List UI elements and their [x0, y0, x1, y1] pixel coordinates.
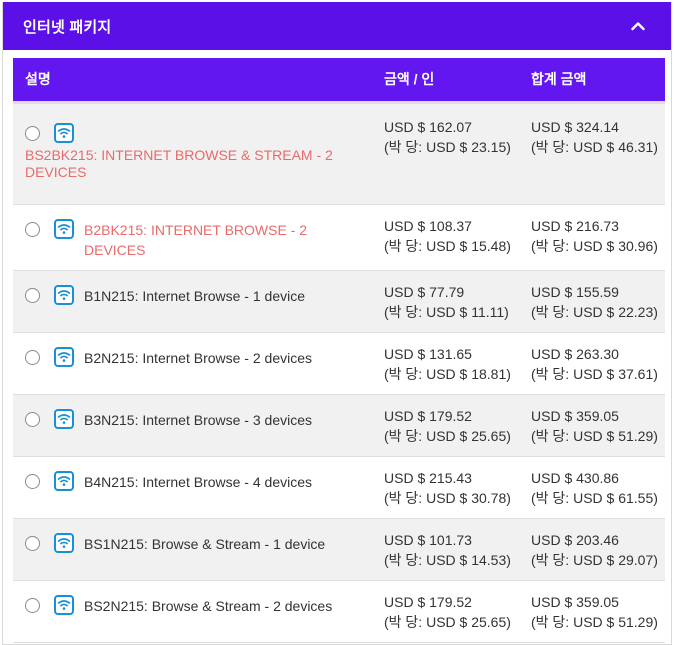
panel-header[interactable]: 인터넷 패키지 — [3, 2, 671, 50]
collapse-button[interactable] — [627, 15, 649, 37]
wifi-icon — [54, 218, 74, 239]
total-value: USD $ 203.46 — [531, 531, 619, 548]
price-value: USD $ 131.65 — [384, 345, 472, 362]
table-row[interactable]: BS2BK215: INTERNET BROWSE & STREAM - 2 D… — [13, 102, 665, 204]
price-value: USD $ 77.79 — [384, 283, 465, 300]
total-value: USD $ 359.05 — [531, 407, 619, 424]
total-value: USD $ 359.05 — [531, 593, 619, 610]
package-name: B3N215: Internet Browse - 3 devices — [84, 411, 313, 428]
price-per-night: (박 당: USD $ 30.78) — [384, 489, 511, 506]
price-cell: USD $ 101.73 (박 당: USD $ 14.53) — [372, 518, 519, 580]
package-name: BS2N215: Browse & Stream - 2 devices — [84, 597, 333, 614]
total-cell: USD $ 155.59 (박 당: USD $ 22.23) — [519, 270, 665, 332]
description-cell: B2N215: Internet Browse - 2 devices — [13, 332, 372, 394]
table-row[interactable]: B3N215: Internet Browse - 3 devices USD … — [13, 394, 665, 456]
wifi-icon — [54, 594, 74, 615]
price-per-night: (박 당: USD $ 25.65) — [384, 613, 511, 630]
total-value: USD $ 263.30 — [531, 345, 619, 362]
package-radio[interactable] — [25, 221, 40, 237]
table-row[interactable]: B4N215: Internet Browse - 4 devices USD … — [13, 456, 665, 518]
price-value: USD $ 162.07 — [384, 118, 472, 135]
chevron-up-icon — [631, 22, 645, 31]
total-value: USD $ 216.73 — [531, 217, 619, 234]
package-radio[interactable] — [25, 411, 40, 427]
price-per-night: (박 당: USD $ 11.11) — [384, 303, 509, 320]
table-row[interactable]: BS1N215: Browse & Stream - 1 device USD … — [13, 518, 665, 580]
total-cell: USD $ 359.05 (박 당: USD $ 51.29) — [519, 580, 665, 642]
price-value: USD $ 101.73 — [384, 531, 472, 548]
price-per-night: (박 당: USD $ 15.48) — [384, 237, 511, 254]
price-per-night: (박 당: USD $ 18.81) — [384, 365, 511, 382]
package-radio[interactable] — [25, 597, 40, 613]
header-description: 설명 — [13, 58, 372, 104]
table-row[interactable]: B1N215: Internet Browse - 1 device USD $… — [13, 270, 665, 332]
package-radio[interactable] — [25, 125, 40, 141]
packages-table-wrapper: 설명 금액 / 인 합계 금액 BS2BK215: INTERNET BROWS… — [13, 58, 665, 643]
price-value: USD $ 108.37 — [384, 217, 472, 234]
price-per-night: (박 당: USD $ 25.65) — [384, 427, 511, 444]
price-per-night: (박 당: USD $ 23.15) — [384, 138, 511, 155]
price-value: USD $ 215.43 — [384, 469, 472, 486]
package-name: B2N215: Internet Browse - 2 devices — [84, 349, 313, 366]
panel-title: 인터넷 패키지 — [23, 18, 112, 36]
package-radio[interactable] — [25, 287, 40, 303]
price-value: USD $ 179.52 — [384, 407, 472, 424]
total-per-night: (박 당: USD $ 46.31) — [531, 138, 658, 155]
description-cell: B1N215: Internet Browse - 1 device — [13, 270, 372, 332]
package-radio[interactable] — [25, 473, 40, 489]
total-value: USD $ 430.86 — [531, 469, 619, 486]
wifi-icon — [54, 122, 74, 143]
package-name: BS1N215: Browse & Stream - 1 device — [84, 535, 326, 552]
total-cell: USD $ 263.30 (박 당: USD $ 37.61) — [519, 332, 665, 394]
total-per-night: (박 당: USD $ 51.29) — [531, 613, 658, 630]
price-cell: USD $ 131.65 (박 당: USD $ 18.81) — [372, 332, 519, 394]
price-cell: USD $ 179.52 (박 당: USD $ 25.65) — [372, 580, 519, 642]
header-total: 합계 금액 — [519, 58, 665, 104]
price-value: USD $ 179.52 — [384, 593, 472, 610]
table-row[interactable]: B2BK215: INTERNET BROWSE - 2 DEVICES USD… — [13, 204, 665, 270]
package-radio[interactable] — [25, 349, 40, 365]
price-cell: USD $ 162.07 (박 당: USD $ 23.15) — [372, 102, 519, 204]
price-per-night: (박 당: USD $ 14.53) — [384, 551, 511, 568]
header-price: 금액 / 인 — [372, 58, 519, 104]
total-per-night: (박 당: USD $ 22.23) — [531, 303, 658, 320]
total-per-night: (박 당: USD $ 51.29) — [531, 427, 658, 444]
total-cell: USD $ 216.73 (박 당: USD $ 30.96) — [519, 204, 665, 270]
wifi-icon — [54, 284, 74, 305]
package-radio[interactable] — [25, 535, 40, 551]
total-per-night: (박 당: USD $ 29.07) — [531, 551, 658, 568]
description-cell: B3N215: Internet Browse - 3 devices — [13, 394, 372, 456]
price-cell: USD $ 179.52 (박 당: USD $ 25.65) — [372, 394, 519, 456]
package-name: B2BK215: INTERNET BROWSE - 2 DEVICES — [84, 221, 308, 258]
description-cell: BS2BK215: INTERNET BROWSE & STREAM - 2 D… — [13, 102, 372, 204]
description-cell: BS2N215: Browse & Stream - 2 devices — [13, 580, 372, 642]
packages-table: 설명 금액 / 인 합계 금액 BS2BK215: INTERNET BROWS… — [13, 58, 665, 643]
wifi-icon — [54, 408, 74, 429]
table-row[interactable]: BS2N215: Browse & Stream - 2 devices USD… — [13, 580, 665, 642]
total-per-night: (박 당: USD $ 30.96) — [531, 237, 658, 254]
price-cell: USD $ 77.79 (박 당: USD $ 11.11) — [372, 270, 519, 332]
total-value: USD $ 324.14 — [531, 118, 619, 135]
package-name: BS2BK215: INTERNET BROWSE & STREAM - 2 D… — [25, 146, 333, 180]
total-per-night: (박 당: USD $ 61.55) — [531, 489, 658, 506]
price-cell: USD $ 215.43 (박 당: USD $ 30.78) — [372, 456, 519, 518]
wifi-icon — [54, 532, 74, 553]
total-cell: USD $ 359.05 (박 당: USD $ 51.29) — [519, 394, 665, 456]
price-cell: USD $ 108.37 (박 당: USD $ 15.48) — [372, 204, 519, 270]
internet-packages-panel: 인터넷 패키지 설명 금액 / 인 합계 금액 BS2BK215: INTERN… — [2, 2, 672, 645]
total-cell: USD $ 324.14 (박 당: USD $ 46.31) — [519, 102, 665, 204]
wifi-icon — [54, 470, 74, 491]
package-name: B1N215: Internet Browse - 1 device — [84, 287, 306, 304]
package-name: B4N215: Internet Browse - 4 devices — [84, 473, 313, 490]
description-cell: B2BK215: INTERNET BROWSE - 2 DEVICES — [13, 204, 372, 270]
total-value: USD $ 155.59 — [531, 283, 619, 300]
total-cell: USD $ 203.46 (박 당: USD $ 29.07) — [519, 518, 665, 580]
total-per-night: (박 당: USD $ 37.61) — [531, 365, 658, 382]
table-row[interactable]: B2N215: Internet Browse - 2 devices USD … — [13, 332, 665, 394]
total-cell: USD $ 430.86 (박 당: USD $ 61.55) — [519, 456, 665, 518]
wifi-icon — [54, 346, 74, 367]
description-cell: BS1N215: Browse & Stream - 1 device — [13, 518, 372, 580]
table-header-row: 설명 금액 / 인 합계 금액 — [13, 58, 665, 104]
description-cell: B4N215: Internet Browse - 4 devices — [13, 456, 372, 518]
